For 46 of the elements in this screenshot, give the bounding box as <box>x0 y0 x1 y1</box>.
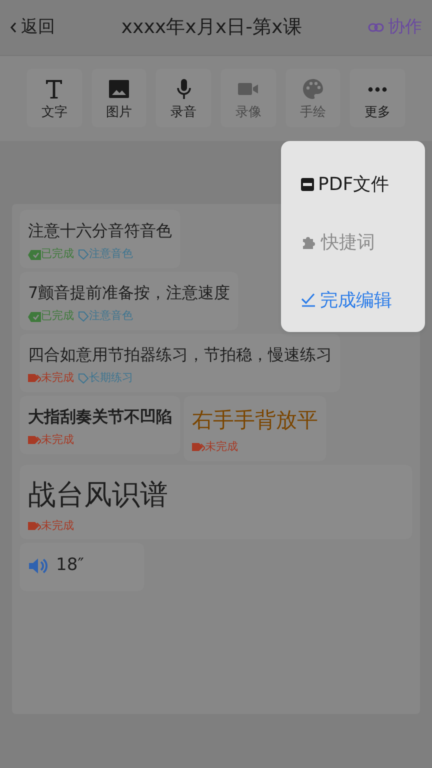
tag-label: 注意音色 <box>78 308 133 325</box>
tool-button[interactable]: 更多 <box>350 69 406 127</box>
note-card[interactable]: 四合如意用节拍器练习，节拍稳，慢速练习 未完成 长期练习 <box>20 334 340 392</box>
note-card[interactable]: 战台风识谱 未完成 <box>20 464 412 540</box>
audio-note[interactable]: 18″ <box>20 543 144 591</box>
note-card[interactable]: 注意十六分音符音色 已完成 注意音色 <box>20 210 180 268</box>
back-button[interactable]: 返回 <box>10 14 55 40</box>
note-text: 战台风识谱 <box>28 476 169 513</box>
speaker-icon <box>28 557 48 575</box>
menu-item[interactable]: 完成编辑 <box>301 271 425 329</box>
checkmark-icon <box>301 293 316 307</box>
note-text: 右手手背放平 <box>192 406 318 434</box>
note-card[interactable]: 7颤音提前准备按，注意速度 已完成 注意音色 <box>20 272 238 330</box>
status-label: 未完成 <box>28 370 74 387</box>
more-icon <box>368 87 388 92</box>
chevron-left-icon <box>10 22 17 33</box>
tool-button[interactable]: 文字 <box>27 69 82 127</box>
tag-icon <box>78 372 89 384</box>
tag-icon <box>78 311 89 322</box>
done-badge-icon <box>28 250 41 260</box>
palette-icon <box>301 77 326 102</box>
done-badge-icon <box>28 312 41 322</box>
note-card[interactable]: 大指刮奏关节不凹陷 未完成 <box>20 396 180 454</box>
tool-button[interactable]: 图片 <box>92 69 146 127</box>
status-label: 未完成 <box>28 518 74 534</box>
status-label: 未完成 <box>28 432 74 449</box>
audio-duration: 18″ <box>56 554 84 578</box>
pending-tag-icon <box>28 372 41 384</box>
tag-label: 注意音色 <box>78 246 133 263</box>
pending-tag-icon <box>28 520 41 532</box>
pending-tag-icon <box>28 434 41 446</box>
page-title: xxxx年x月x日-第x课 <box>121 15 302 40</box>
note-text: 7颤音提前准备按，注意速度 <box>28 282 230 304</box>
puzzle-icon <box>301 234 317 250</box>
note-text: 注意十六分音符音色 <box>28 220 172 242</box>
status-label: 未完成 <box>192 439 238 456</box>
pending-tag-icon <box>192 442 205 453</box>
status-label: 已完成 <box>28 246 74 263</box>
status-label: 已完成 <box>28 308 74 325</box>
note-text: 大指刮奏关节不凹陷 <box>28 406 172 428</box>
tag-icon <box>78 249 89 260</box>
menu-item[interactable]: PDF文件 <box>301 155 425 213</box>
note-text: 四合如意用节拍器练习，节拍稳，慢速练习 <box>28 344 332 366</box>
tool-button[interactable]: 录音 <box>156 69 212 127</box>
tag-label: 长期练习 <box>78 370 133 387</box>
link-icon <box>368 23 384 32</box>
